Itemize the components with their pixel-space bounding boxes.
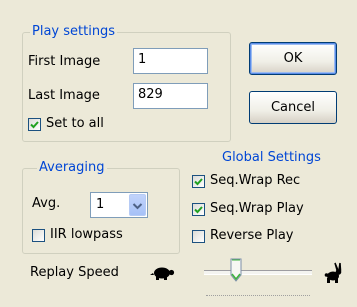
seq-wrap-play-label: Seq.Wrap Play <box>210 201 304 216</box>
chevron-down-icon[interactable] <box>129 194 146 216</box>
iir-lowpass-checkbox[interactable]: IIR lowpass <box>32 227 162 245</box>
reverse-play-checkbox[interactable]: Reverse Play <box>192 228 352 246</box>
checkbox-box[interactable] <box>192 230 205 243</box>
avg-select[interactable]: 1 <box>90 192 148 218</box>
play-settings-legend: Play settings <box>30 24 118 39</box>
set-to-all-label: Set to all <box>46 116 104 131</box>
check-icon <box>194 178 203 186</box>
slider-thumb[interactable] <box>230 258 242 282</box>
checkbox-box[interactable] <box>32 229 45 242</box>
check-icon <box>194 206 203 214</box>
seq-wrap-rec-checkbox[interactable]: Seq.Wrap Rec <box>192 173 352 191</box>
replay-speed-label: Replay Speed <box>30 265 119 280</box>
rabbit-icon <box>324 262 342 283</box>
last-image-field[interactable]: 829 <box>133 83 208 109</box>
seq-wrap-play-checkbox[interactable]: Seq.Wrap Play <box>192 201 352 219</box>
avg-label: Avg. <box>32 196 61 211</box>
slider-ticks <box>206 295 310 298</box>
reverse-play-label: Reverse Play <box>210 228 294 243</box>
first-image-label: First Image <box>28 54 101 69</box>
checkbox-box[interactable] <box>28 118 41 131</box>
checkbox-box[interactable] <box>192 175 205 188</box>
avg-select-value: 1 <box>96 197 105 212</box>
slider-track <box>204 270 312 275</box>
seq-wrap-rec-label: Seq.Wrap Rec <box>210 173 301 188</box>
iir-lowpass-label: IIR lowpass <box>50 227 123 242</box>
set-to-all-checkbox[interactable]: Set to all <box>28 116 158 134</box>
checkbox-box[interactable] <box>192 203 205 216</box>
global-settings-legend: Global Settings <box>220 150 323 165</box>
cancel-button[interactable]: Cancel <box>249 91 337 124</box>
replay-speed-slider[interactable] <box>198 258 318 298</box>
averaging-legend: Averaging <box>37 160 107 175</box>
turtle-icon <box>150 267 175 280</box>
first-image-field[interactable]: 1 <box>133 48 208 74</box>
ok-button[interactable]: OK <box>249 42 337 75</box>
last-image-label: Last Image <box>28 88 100 103</box>
check-icon <box>30 121 39 129</box>
